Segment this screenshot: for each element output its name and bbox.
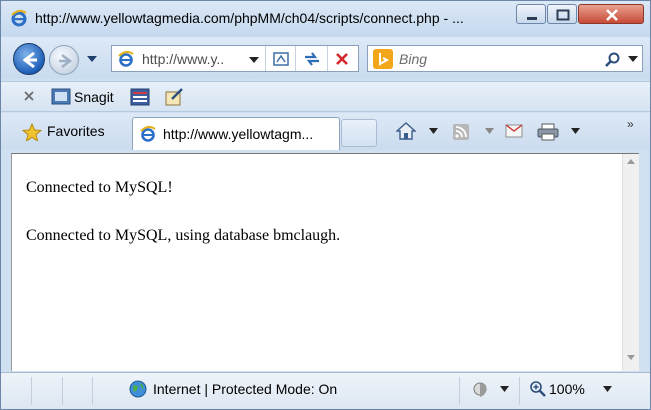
tab-active[interactable]: http://www.yellowtagm... bbox=[132, 117, 340, 150]
tab-title: http://www.yellowtagm... bbox=[163, 126, 314, 142]
divider bbox=[459, 377, 460, 405]
status-bar: Internet | Protected Mode: On 100% bbox=[1, 372, 650, 409]
status-cell bbox=[63, 377, 93, 405]
snagit-capture-icon[interactable] bbox=[130, 88, 150, 106]
content-line: Connected to MySQL! bbox=[26, 179, 173, 196]
search-bar[interactable]: Bing bbox=[367, 45, 643, 72]
divider bbox=[265, 46, 266, 71]
feed-icon[interactable] bbox=[452, 123, 470, 141]
status-cell bbox=[1, 377, 32, 405]
ie-logo-icon bbox=[10, 9, 28, 27]
bing-logo-icon bbox=[373, 49, 393, 69]
minimize-button[interactable] bbox=[516, 4, 546, 24]
favorites-label: Favorites bbox=[47, 123, 105, 139]
chevron-down-icon[interactable] bbox=[571, 128, 580, 134]
favorites-button[interactable]: Favorites bbox=[13, 117, 125, 145]
security-zone[interactable]: Internet | Protected Mode: On bbox=[153, 381, 337, 397]
tab-bar: Favorites http://www.yellowtagm... » bbox=[1, 113, 650, 150]
divider bbox=[519, 377, 520, 405]
chevron-down-icon[interactable] bbox=[603, 386, 612, 392]
search-input[interactable]: Bing bbox=[399, 51, 427, 67]
forward-button[interactable] bbox=[49, 45, 79, 75]
title-bar: http://www.yellowtagmedia.com/phpMM/ch04… bbox=[1, 1, 650, 37]
print-icon[interactable] bbox=[537, 123, 559, 141]
refresh-icon[interactable] bbox=[302, 50, 322, 68]
zoom-level[interactable]: 100% bbox=[549, 381, 585, 397]
snagit-edit-icon[interactable] bbox=[164, 87, 184, 107]
forward-arrow-icon bbox=[59, 53, 73, 69]
address-input[interactable]: http://www.y.. bbox=[142, 51, 224, 67]
compat-view-icon[interactable] bbox=[272, 50, 290, 68]
more-commands-icon[interactable]: » bbox=[627, 117, 634, 131]
navigation-bar: http://www.y.. Bing bbox=[1, 37, 650, 79]
maximize-button[interactable] bbox=[547, 4, 577, 24]
chevron-down-icon[interactable] bbox=[500, 386, 509, 392]
star-icon bbox=[22, 123, 42, 141]
ie-logo-icon bbox=[140, 125, 156, 142]
snagit-icon[interactable] bbox=[51, 88, 71, 106]
chevron-down-icon[interactable] bbox=[485, 128, 494, 134]
browser-window: http://www.yellowtagmedia.com/phpMM/ch04… bbox=[0, 0, 651, 410]
stop-icon[interactable] bbox=[334, 51, 350, 67]
window-title: http://www.yellowtagmedia.com/phpMM/ch04… bbox=[35, 10, 464, 26]
snagit-toolbar: Snagit bbox=[1, 81, 650, 112]
back-arrow-icon bbox=[22, 51, 37, 69]
globe-icon bbox=[129, 380, 147, 398]
chevron-down-icon[interactable] bbox=[249, 57, 259, 63]
home-icon[interactable] bbox=[396, 122, 416, 140]
mail-icon[interactable] bbox=[505, 124, 523, 138]
status-cell bbox=[32, 377, 63, 405]
close-button[interactable] bbox=[578, 4, 644, 24]
address-bar[interactable]: http://www.y.. bbox=[111, 45, 359, 72]
divider bbox=[295, 46, 296, 71]
snagit-button-label[interactable]: Snagit bbox=[74, 89, 114, 105]
search-icon[interactable] bbox=[604, 51, 622, 69]
vertical-scrollbar[interactable] bbox=[622, 154, 639, 371]
scroll-down-icon[interactable] bbox=[627, 355, 635, 360]
close-icon[interactable] bbox=[23, 90, 35, 102]
chevron-down-icon[interactable] bbox=[429, 128, 438, 134]
zoom-icon[interactable] bbox=[529, 380, 547, 398]
recent-pages-dropdown-icon[interactable] bbox=[87, 56, 97, 62]
protected-mode-icon[interactable] bbox=[471, 380, 491, 398]
chevron-down-icon[interactable] bbox=[628, 56, 638, 62]
back-button[interactable] bbox=[13, 43, 45, 75]
new-tab-button[interactable] bbox=[341, 119, 377, 147]
page-content: Connected to MySQL! Connected to MySQL, … bbox=[11, 153, 639, 371]
content-line: Connected to MySQL, using database bmcla… bbox=[26, 227, 341, 244]
scroll-up-icon[interactable] bbox=[627, 159, 635, 164]
divider bbox=[327, 46, 328, 71]
ie-logo-icon bbox=[118, 50, 134, 67]
